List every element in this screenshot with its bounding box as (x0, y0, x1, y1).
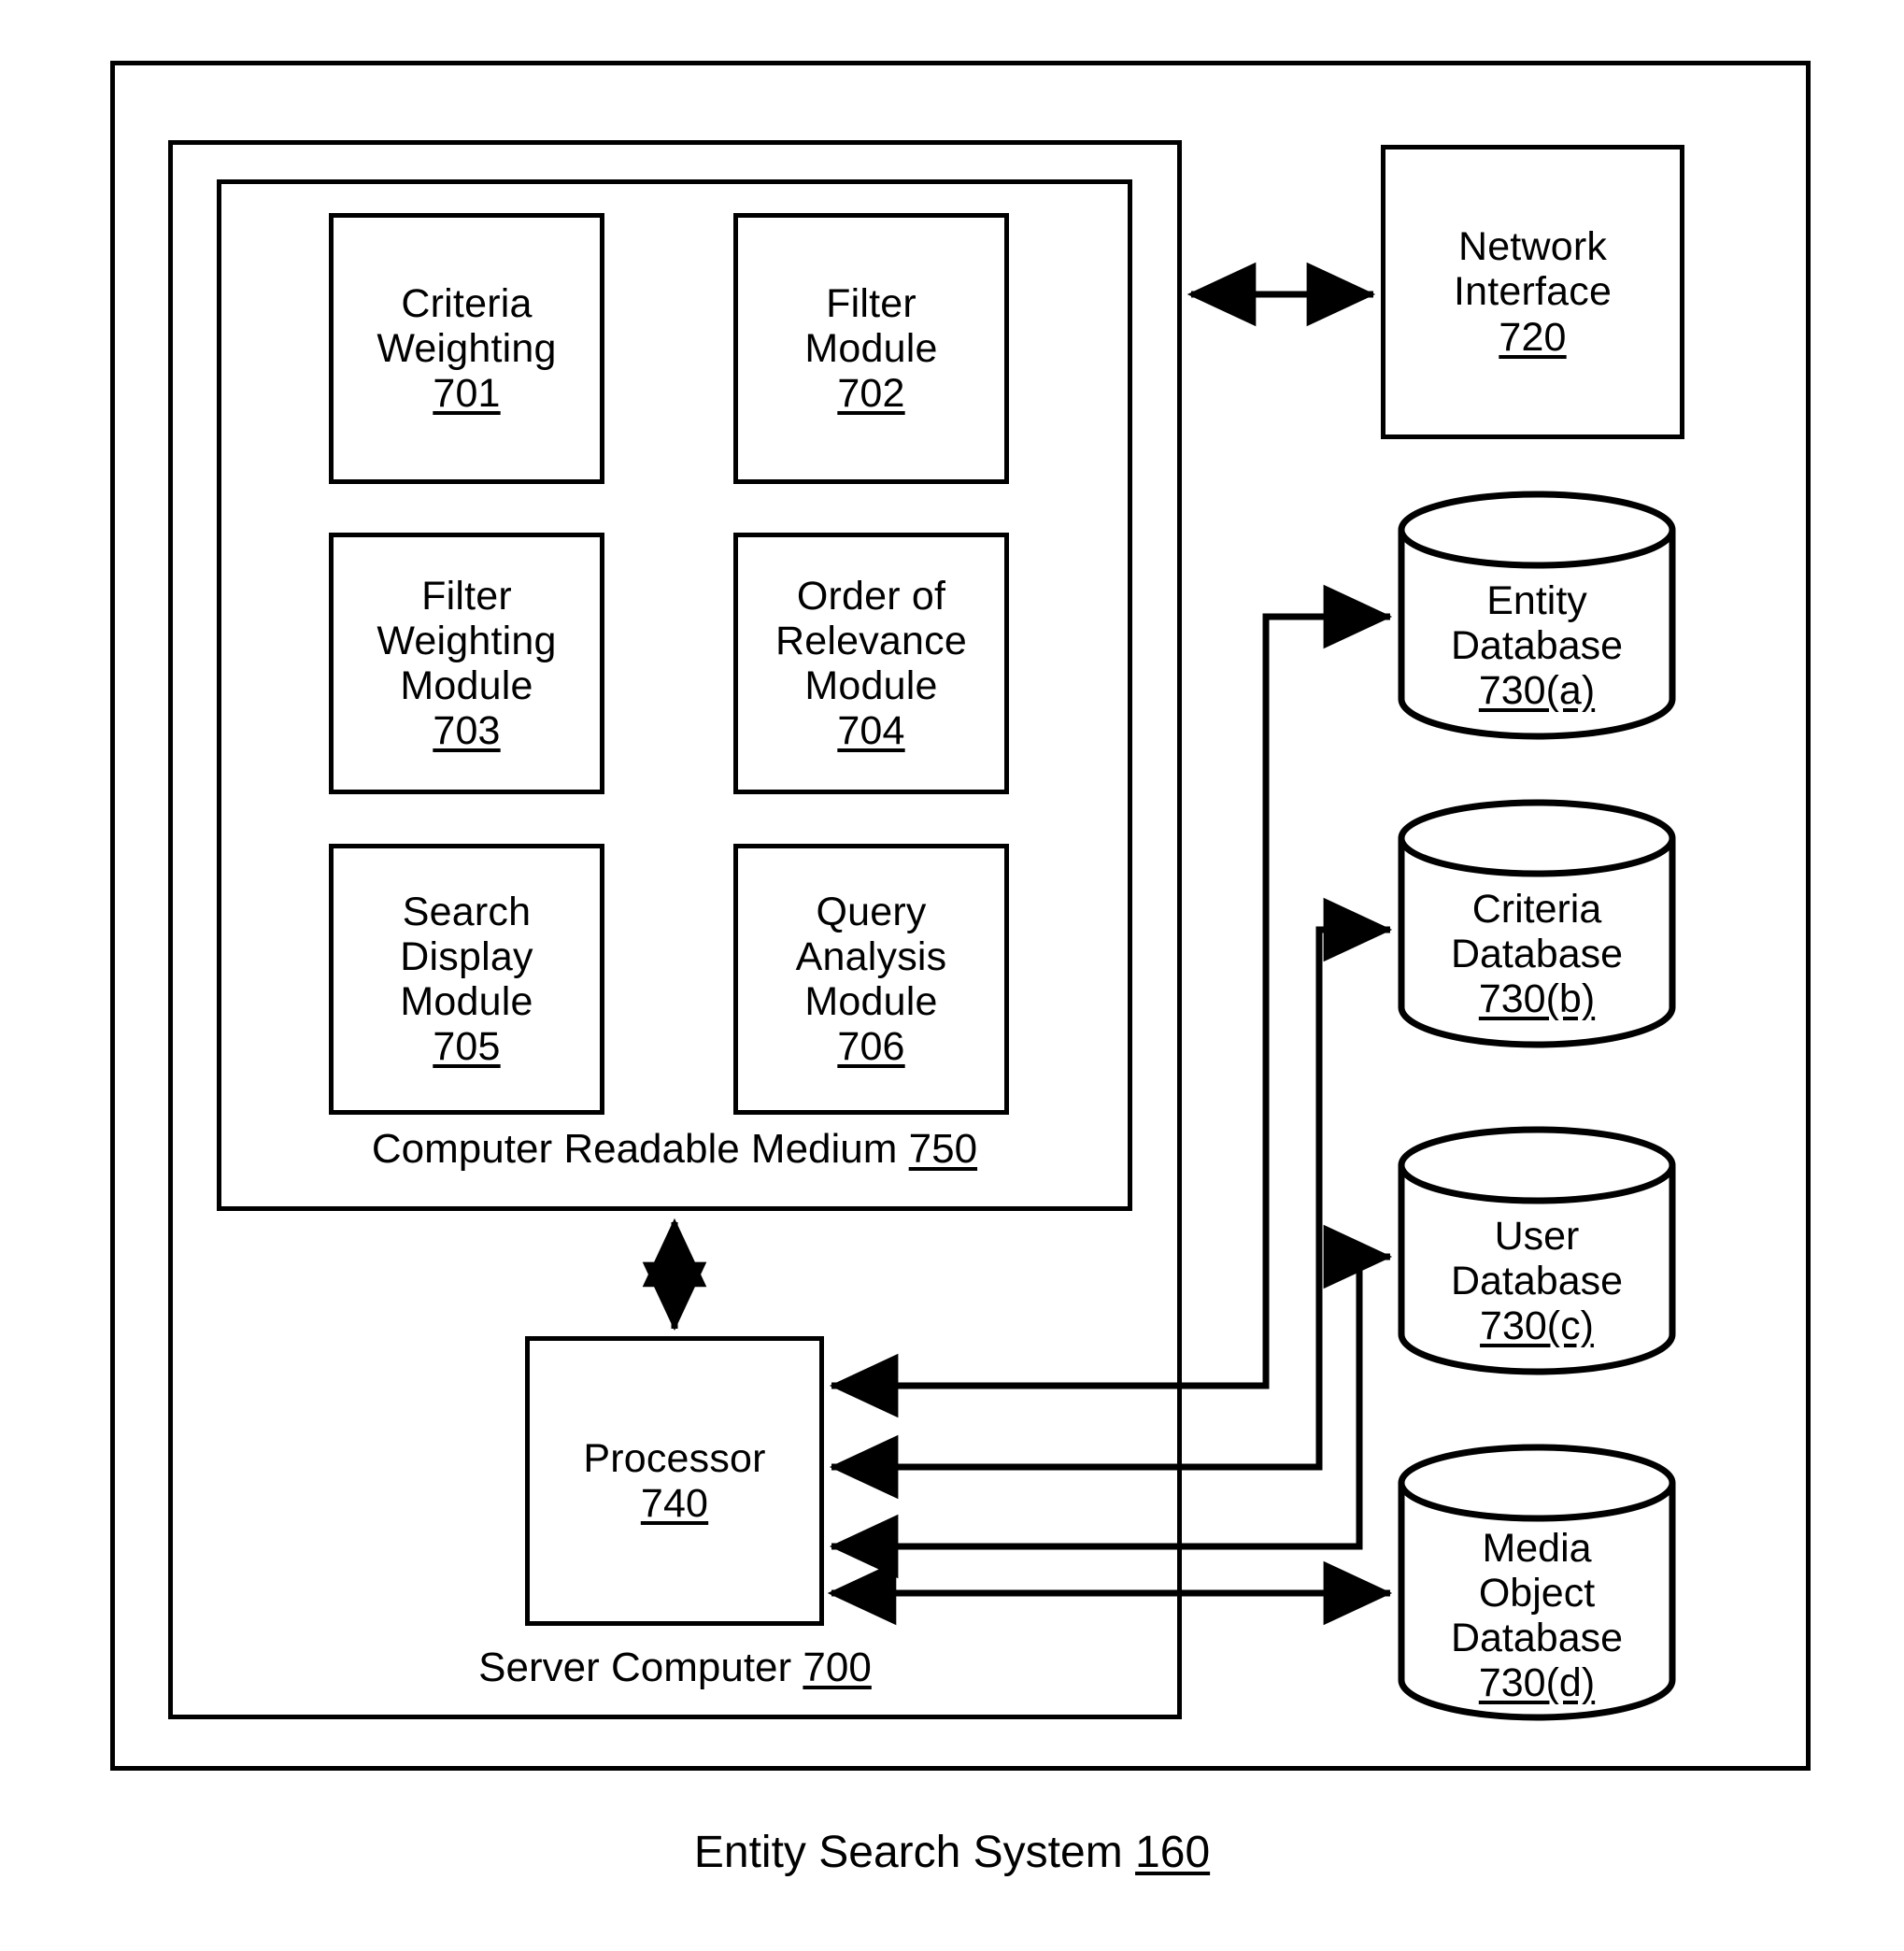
server-computer-label: Server Computer 700 (168, 1645, 1182, 1691)
network-interface-line1: Network (1457, 224, 1608, 270)
media-object-database-number: 730(d) (1478, 1660, 1596, 1706)
entity-database-line2: Database (1450, 623, 1624, 669)
criteria-database-label: Criteria Database 730(b) (1397, 887, 1677, 1021)
query-analysis-module-line1: Query (816, 889, 927, 934)
order-of-relevance-module-line1: Order of (796, 573, 946, 619)
order-of-relevance-module-line2: Relevance (775, 618, 967, 663)
media-object-database[interactable]: Media Object Database 730(d) (1397, 1444, 1677, 1721)
search-display-module-line1: Search (402, 889, 532, 934)
search-display-module-line2: Display (400, 933, 533, 979)
user-database[interactable]: User Database 730(c) (1397, 1126, 1677, 1375)
user-database-line1: User (1494, 1214, 1580, 1259)
computer-readable-medium-label-text: Computer Readable Medium (371, 1126, 898, 1172)
filter-module-line1: Filter (826, 280, 916, 326)
query-analysis-module-line2: Analysis (795, 933, 947, 979)
user-database-number: 730(c) (1480, 1303, 1594, 1349)
media-object-database-line3: Database (1450, 1616, 1624, 1661)
criteria-database[interactable]: Criteria Database 730(b) (1397, 799, 1677, 1048)
network-interface-number: 720 (1499, 314, 1567, 360)
criteria-database-line2: Database (1450, 932, 1624, 977)
entity-database-label: Entity Database 730(a) (1397, 578, 1677, 713)
filter-weighting-module-line3: Module (400, 663, 533, 708)
filter-weighting-module-number: 703 (433, 708, 501, 754)
criteria-weighting-module-line2: Weighting (377, 325, 557, 371)
query-analysis-module[interactable]: Query Analysis Module 706 (733, 844, 1009, 1115)
entity-database[interactable]: Entity Database 730(a) (1397, 491, 1677, 740)
network-interface-line2: Interface (1453, 269, 1613, 315)
filter-module-line2: Module (804, 325, 938, 371)
criteria-weighting-module-number: 701 (433, 371, 501, 417)
computer-readable-medium-label: Computer Readable Medium 750 (217, 1126, 1132, 1173)
query-analysis-module-number: 706 (837, 1024, 905, 1070)
search-display-module-line3: Module (400, 979, 533, 1024)
order-of-relevance-module-number: 704 (837, 708, 905, 754)
server-computer-label-number: 700 (803, 1645, 872, 1690)
criteria-database-number: 730(b) (1478, 976, 1596, 1022)
criteria-weighting-module[interactable]: Criteria Weighting 701 (329, 213, 604, 484)
filter-weighting-module-line1: Filter (421, 573, 512, 619)
processor-box[interactable]: Processor 740 (525, 1336, 824, 1626)
entity-database-number: 730(a) (1478, 668, 1596, 714)
filter-weighting-module-line2: Weighting (377, 618, 557, 663)
filter-module[interactable]: Filter Module 702 (733, 213, 1009, 484)
filter-module-number: 702 (837, 371, 905, 417)
query-analysis-module-line3: Module (804, 979, 938, 1024)
search-display-module-number: 705 (433, 1024, 501, 1070)
media-object-database-label: Media Object Database 730(d) (1397, 1526, 1677, 1706)
entity-database-line1: Entity (1486, 578, 1587, 623)
server-computer-label-text: Server Computer (478, 1645, 792, 1690)
filter-weighting-module[interactable]: Filter Weighting Module 703 (329, 533, 604, 794)
criteria-weighting-module-line1: Criteria (401, 280, 533, 326)
figure-caption: Entity Search System 160 (0, 1827, 1904, 1878)
figure-caption-number: 160 (1135, 1828, 1211, 1877)
order-of-relevance-module[interactable]: Order of Relevance Module 704 (733, 533, 1009, 794)
network-interface-box[interactable]: Network Interface 720 (1381, 145, 1684, 439)
processor-label: Processor (583, 1435, 766, 1481)
figure-caption-text: Entity Search System (693, 1828, 1123, 1877)
computer-readable-medium-label-number: 750 (908, 1126, 978, 1172)
order-of-relevance-module-line3: Module (804, 663, 938, 708)
search-display-module[interactable]: Search Display Module 705 (329, 844, 604, 1115)
media-object-database-line1: Media (1482, 1526, 1592, 1571)
criteria-database-line1: Criteria (1471, 887, 1602, 932)
user-database-line2: Database (1450, 1259, 1624, 1304)
media-object-database-line2: Object (1478, 1571, 1596, 1616)
processor-number: 740 (640, 1481, 709, 1526)
user-database-label: User Database 730(c) (1397, 1214, 1677, 1348)
figure-canvas: Server Computer 700 Computer Readable Me… (0, 0, 1904, 1951)
